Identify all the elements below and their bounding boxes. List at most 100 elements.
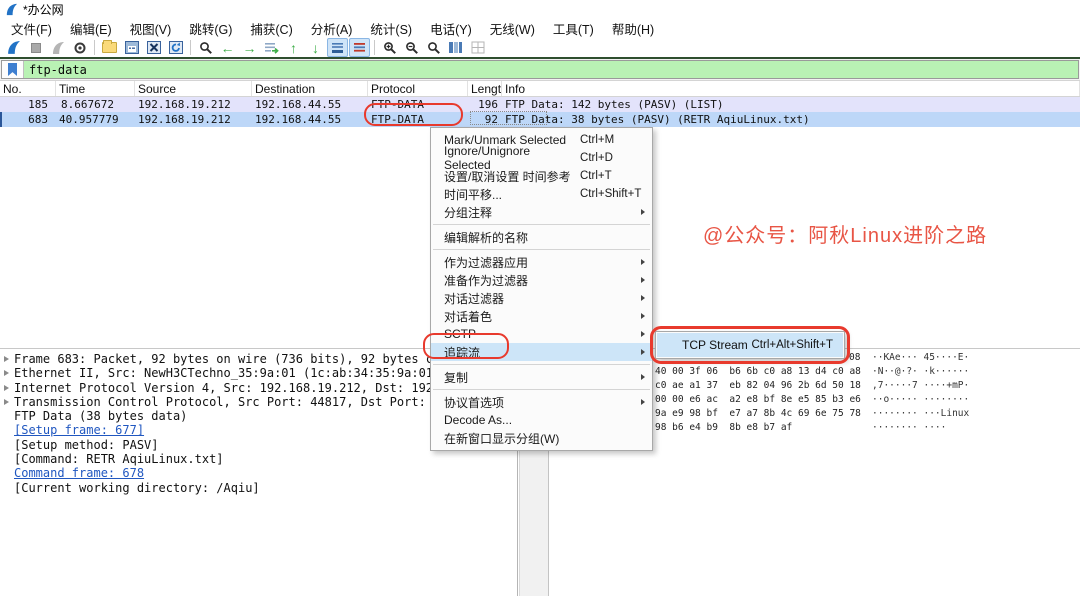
- submenu-arrow-icon: [641, 209, 645, 215]
- cell-length: 196: [468, 98, 502, 111]
- go-back-icon[interactable]: ←: [217, 38, 238, 57]
- column-header-destination[interactable]: Destination: [252, 81, 368, 96]
- go-up-icon[interactable]: ↑: [283, 38, 304, 57]
- menu-file[interactable]: 文件(F): [2, 17, 61, 40]
- column-header-time[interactable]: Time: [56, 81, 135, 96]
- menu-telephony[interactable]: 电话(Y): [421, 17, 481, 40]
- column-header-length[interactable]: Lengt: [468, 81, 502, 96]
- menu-item-sctp[interactable]: SCTP: [431, 325, 652, 343]
- menu-view[interactable]: 视图(V): [121, 17, 181, 40]
- reload-file-icon[interactable]: [165, 38, 186, 57]
- menu-item-packet-comment[interactable]: 分组注释: [431, 203, 652, 221]
- display-filter-input[interactable]: ftp-data: [1, 60, 1079, 79]
- detail-line-command-frame[interactable]: Command frame: 678: [0, 466, 517, 480]
- save-file-icon[interactable]: [121, 38, 142, 57]
- follow-stream-submenu: TCP Stream Ctrl+Alt+Shift+T: [655, 331, 845, 359]
- stop-capture-icon[interactable]: [25, 38, 46, 57]
- menu-separator: [433, 364, 650, 365]
- cell-time: 8.667672: [56, 98, 135, 111]
- menu-item-edit-resolved-name[interactable]: 编辑解析的名称: [431, 228, 652, 246]
- menu-item-follow-stream[interactable]: 追踪流: [431, 343, 652, 361]
- command-frame-link[interactable]: Command frame: 678: [14, 466, 144, 480]
- layout-grid-icon[interactable]: [467, 38, 488, 57]
- submenu-arrow-icon: [641, 374, 645, 380]
- menu-item-copy[interactable]: 复制: [431, 368, 652, 386]
- open-file-icon[interactable]: [99, 38, 120, 57]
- menu-item-show-in-new-window[interactable]: 在新窗口显示分组(W): [431, 429, 652, 447]
- menu-item-colorize-conversation[interactable]: 对话着色: [431, 307, 652, 325]
- zoom-out-icon[interactable]: [401, 38, 422, 57]
- auto-scroll-icon[interactable]: [327, 38, 348, 57]
- column-header-info[interactable]: Info: [502, 81, 1080, 96]
- expand-icon[interactable]: [4, 399, 9, 405]
- toolbar-separator: [190, 40, 191, 55]
- cell-destination: 192.168.44.55: [252, 113, 368, 126]
- menu-capture[interactable]: 捕获(C): [241, 17, 301, 40]
- menu-item-conversation-filter[interactable]: 对话过滤器: [431, 289, 652, 307]
- submenu-arrow-icon: [641, 295, 645, 301]
- menu-item-decode-as[interactable]: Decode As...: [431, 411, 652, 429]
- menu-edit[interactable]: 编辑(E): [61, 17, 121, 40]
- menu-go[interactable]: 跳转(G): [180, 17, 241, 40]
- start-capture-icon[interactable]: [3, 38, 24, 57]
- zoom-in-icon[interactable]: [379, 38, 400, 57]
- expand-icon[interactable]: [4, 356, 9, 362]
- bookmark-icon: [8, 63, 17, 76]
- menu-item-ignore-unignore[interactable]: Ignore/Unignore SelectedCtrl+D: [431, 149, 652, 167]
- column-header-source[interactable]: Source: [135, 81, 252, 96]
- setup-frame-link[interactable]: [Setup frame: 677]: [14, 423, 144, 437]
- expand-icon[interactable]: [4, 385, 9, 391]
- capture-options-icon[interactable]: [69, 38, 90, 57]
- menu-analyze[interactable]: 分析(A): [302, 17, 362, 40]
- column-header-protocol[interactable]: Protocol: [368, 81, 468, 96]
- cell-info: FTP Data: 142 bytes (PASV) (LIST): [502, 98, 1080, 111]
- menu-item-time-shift[interactable]: 时间平移...Ctrl+Shift+T: [431, 185, 652, 203]
- submenu-arrow-icon: [641, 277, 645, 283]
- close-file-icon[interactable]: [143, 38, 164, 57]
- cell-protocol: FTP-DATA: [368, 98, 468, 111]
- restart-capture-icon[interactable]: [47, 38, 68, 57]
- find-packet-icon[interactable]: [195, 38, 216, 57]
- menu-item-protocol-preferences[interactable]: 协议首选项: [431, 393, 652, 411]
- menu-tools[interactable]: 工具(T): [544, 17, 603, 40]
- cell-info: FTP Data: 38 bytes (PASV) (RETR AqiuLinu…: [502, 113, 1080, 126]
- menu-item-tcp-stream[interactable]: TCP Stream Ctrl+Alt+Shift+T: [657, 333, 843, 357]
- menu-item-time-reference[interactable]: 设置/取消设置 时间参考Ctrl+T: [431, 167, 652, 185]
- submenu-arrow-icon: [641, 349, 645, 355]
- zoom-reset-icon[interactable]: [423, 38, 444, 57]
- column-header-no[interactable]: No.: [0, 81, 56, 96]
- menu-help[interactable]: 帮助(H): [603, 17, 663, 40]
- go-to-packet-icon[interactable]: [261, 38, 282, 57]
- menu-separator: [433, 224, 650, 225]
- wireshark-logo-icon: [5, 3, 18, 16]
- colorize-icon[interactable]: [349, 38, 370, 57]
- menu-separator: [433, 389, 650, 390]
- menu-statistics[interactable]: 统计(S): [361, 17, 421, 40]
- go-down-icon[interactable]: ↓: [305, 38, 326, 57]
- window-title: *办公网: [23, 1, 64, 18]
- packet-context-menu: Mark/Unmark SelectedCtrl+M Ignore/Unigno…: [430, 127, 653, 451]
- cell-no: 185: [0, 98, 56, 111]
- menu-item-apply-as-filter[interactable]: 作为过滤器应用: [431, 253, 652, 271]
- cell-protocol: FTP-DATA: [368, 113, 468, 126]
- go-forward-icon[interactable]: →: [239, 38, 260, 57]
- watermark-annotation: @公众号：阿秋Linux进阶之路: [703, 219, 987, 248]
- filter-value[interactable]: ftp-data: [24, 63, 87, 77]
- filter-bookmark-button[interactable]: [2, 61, 24, 78]
- detail-line-cwd[interactable]: [Current working directory: /Aqiu]: [0, 481, 517, 495]
- resize-columns-icon[interactable]: [445, 38, 466, 57]
- focused-cell-outline: [470, 111, 547, 125]
- packet-list-header: No. Time Source Destination Protocol Len…: [0, 80, 1080, 97]
- submenu-arrow-icon: [641, 331, 645, 337]
- cell-source: 192.168.19.212: [135, 113, 252, 126]
- menu-wireless[interactable]: 无线(W): [481, 17, 544, 40]
- expand-icon[interactable]: [4, 370, 9, 376]
- packet-row-185[interactable]: 185 8.667672 192.168.19.212 192.168.44.5…: [0, 97, 1080, 112]
- menu-separator: [433, 249, 650, 250]
- toolbar-separator: [94, 40, 95, 55]
- menu-item-prepare-as-filter[interactable]: 准备作为过滤器: [431, 271, 652, 289]
- submenu-arrow-icon: [641, 313, 645, 319]
- detail-line-command[interactable]: [Command: RETR AqiuLinux.txt]: [0, 452, 517, 466]
- submenu-arrow-icon: [641, 259, 645, 265]
- submenu-arrow-icon: [641, 399, 645, 405]
